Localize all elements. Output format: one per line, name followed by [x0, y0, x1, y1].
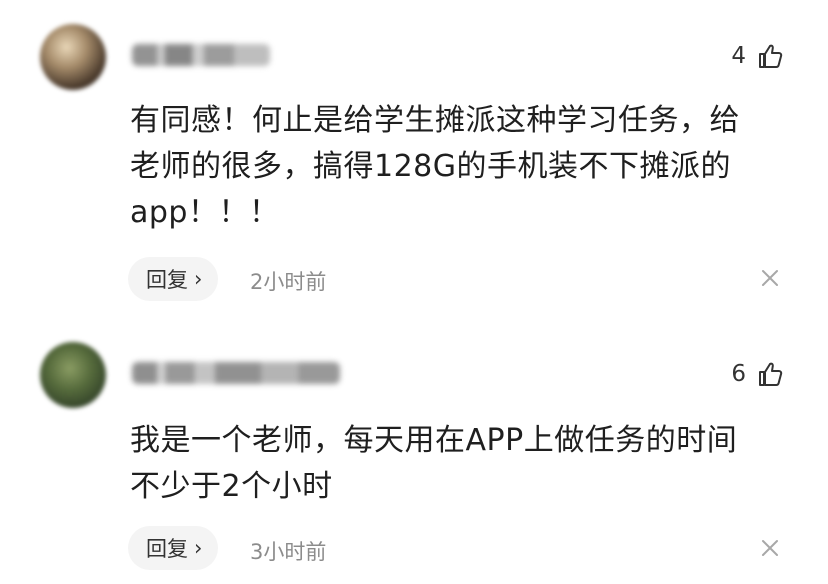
reply-button[interactable]: 回复 › — [128, 257, 219, 301]
avatar[interactable] — [40, 24, 106, 90]
chevron-right-icon: › — [194, 267, 203, 291]
reply-label: 回复 — [146, 268, 188, 292]
comment-text: 有同感！何止是给学生摊派这种学习任务，给 老师的很多，搞得128G的手机装不下摊… — [130, 103, 740, 230]
thumbs-up-icon[interactable] — [756, 42, 784, 70]
like-button[interactable]: 4 — [731, 42, 784, 70]
comment-text: 我是一个老师，每天用在APP上做任务的时间 不少于2个小时 — [130, 423, 738, 504]
thumbs-up-icon[interactable] — [756, 360, 784, 388]
like-count: 6 — [731, 361, 746, 387]
like-button[interactable]: 6 — [731, 360, 784, 388]
close-icon[interactable] — [760, 268, 780, 288]
like-count: 4 — [731, 43, 746, 69]
timestamp: 3小时前 — [250, 540, 327, 564]
chevron-right-icon: › — [194, 536, 203, 560]
username-blurred[interactable] — [132, 44, 270, 66]
reply-label: 回复 — [146, 537, 188, 561]
avatar[interactable] — [40, 342, 106, 408]
timestamp: 2小时前 — [250, 270, 327, 294]
close-icon[interactable] — [760, 538, 780, 558]
reply-button[interactable]: 回复 › — [128, 526, 219, 570]
username-blurred[interactable] — [132, 362, 340, 384]
